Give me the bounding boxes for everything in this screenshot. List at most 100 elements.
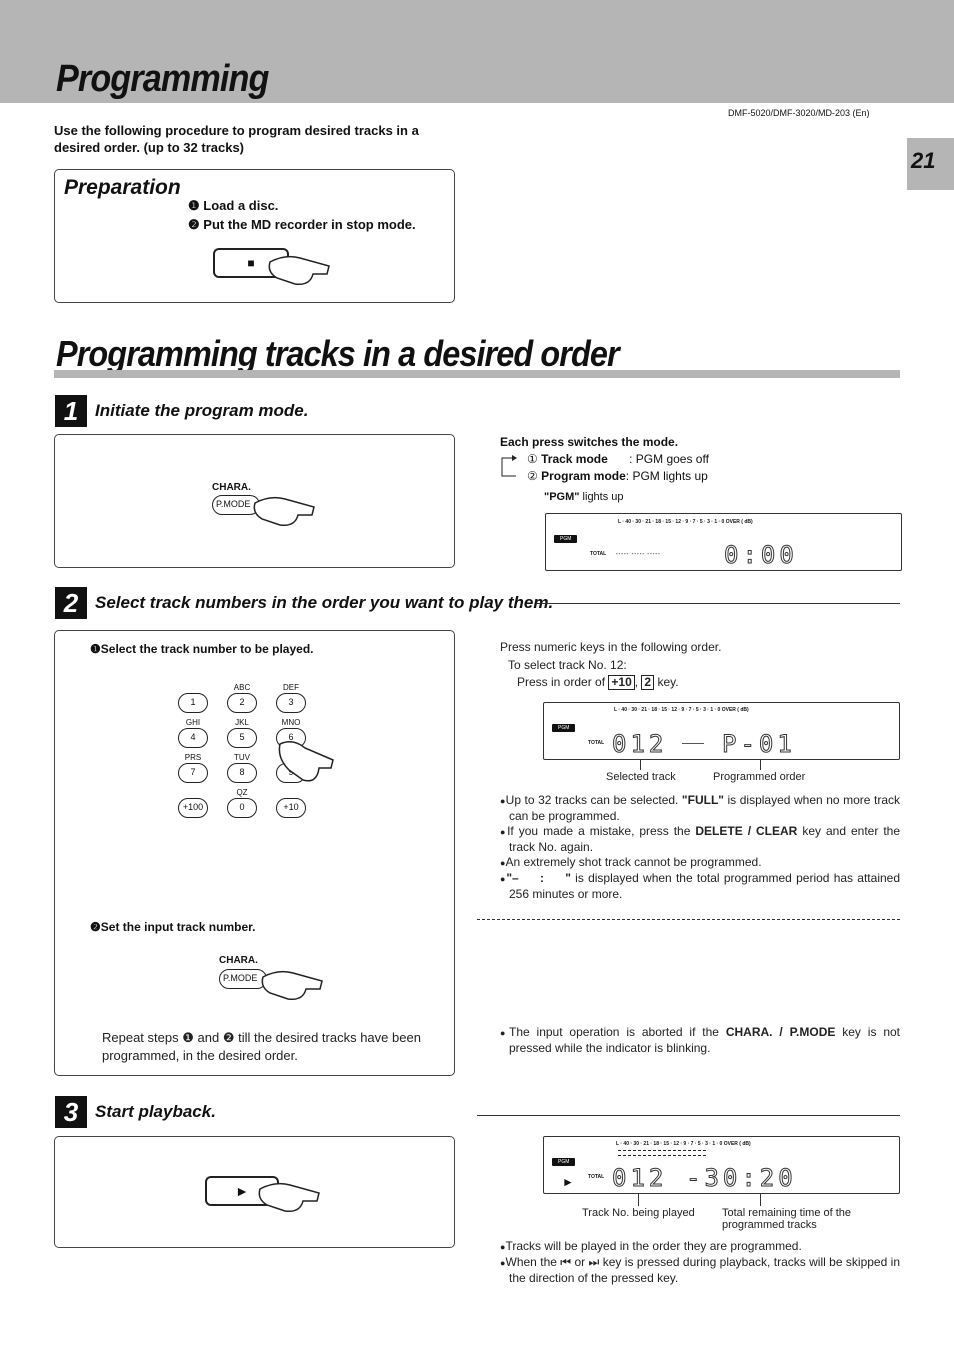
abort-note: The input operation is aborted if the CH…: [500, 1025, 900, 1056]
numeric-key[interactable]: 1: [178, 693, 208, 713]
note-bold: CHARA. / P.MODE: [725, 1025, 836, 1039]
note: An extremely shot track cannot be progra…: [500, 855, 900, 871]
page-title: Programming: [56, 58, 269, 100]
substep-text: Select the track number to be played.: [100, 642, 314, 656]
step2-notes: Up to 32 tracks can be selected. "FULL" …: [500, 793, 900, 902]
pgm-note-bold: "PGM": [544, 491, 580, 503]
model-number: DMF-5020/DMF-3020/MD-203 (En): [728, 108, 870, 118]
pgm-indicator: PGM: [552, 1158, 576, 1166]
note-bold: DELETE / CLEAR: [695, 824, 798, 838]
step-2-box: ❶Select the track number to be played. 1…: [54, 630, 455, 1076]
repeat-and: and: [197, 1030, 220, 1045]
instr-3: Press in order of +10, 2 key.: [517, 675, 679, 690]
prep-step-1: ❶ Load a disc.: [188, 198, 279, 213]
mode-num: ②: [527, 469, 538, 483]
order-readout: P-01: [722, 730, 796, 759]
time-readout: 0:00: [724, 541, 798, 570]
level-meter: L · 40 · 30 · 21 · 18 · 15 · 12 · 9 · 7 …: [614, 707, 749, 713]
preparation-box: Preparation ❶ Load a disc. ❷ Put the MD …: [54, 169, 455, 303]
mode-name: Track mode: [541, 452, 608, 466]
mode-name: Program mode: [541, 469, 626, 483]
note-pre: An extremely shot track cannot be progra…: [505, 855, 762, 869]
instr-4: key.: [657, 675, 679, 689]
page-number: 21: [907, 138, 954, 190]
callout-line: [638, 1194, 639, 1206]
hand-icon: [258, 1182, 320, 1213]
callout-line: [640, 760, 641, 770]
section-title: Programming tracks in a desired order: [56, 333, 620, 374]
note: Tracks will be played in the order they …: [500, 1239, 900, 1255]
note-bold: "– : ": [506, 871, 571, 885]
substep-2: ❷Set the input track number.: [90, 920, 256, 934]
key-label: CHARA.: [219, 955, 258, 966]
pgm-indicator: PGM: [554, 535, 578, 543]
step-2-title: Select track numbers in the order you wa…: [95, 593, 554, 612]
pgm-note: "PGM" lights up: [544, 491, 624, 503]
note: The input operation is aborted if the CH…: [500, 1025, 900, 1056]
numeric-key[interactable]: +10: [276, 798, 306, 818]
dashed-divider: [477, 919, 900, 920]
step-1-box: CHARA. P.MODE: [54, 434, 455, 568]
level-bar-l: [618, 1150, 706, 1151]
display-step2: L · 40 · 30 · 21 · 18 · 15 · 12 · 9 · 7 …: [543, 702, 900, 760]
pgm-indicator: PGM: [552, 724, 576, 732]
step-3-box: ►: [54, 1136, 455, 1248]
mode-2: ② Program mode: PGM lights up: [527, 469, 708, 484]
key-plus10: +10: [608, 675, 635, 690]
callout-line: [760, 760, 761, 770]
note: Up to 32 tracks can be selected. "FULL" …: [500, 793, 900, 824]
caption-programmed-order: Programmed order: [713, 771, 806, 783]
key-letters: MNO: [281, 718, 301, 727]
numeric-key[interactable]: 5: [227, 728, 257, 748]
numeric-key[interactable]: 0: [227, 798, 257, 818]
step-3-title: Start playback.: [95, 1102, 216, 1121]
numeric-key[interactable]: 2: [227, 693, 257, 713]
divider: [537, 603, 900, 604]
blink-line: [682, 743, 704, 744]
hand-icon: [278, 741, 334, 782]
step-1-badge: 1: [55, 395, 87, 427]
total-label: TOTAL: [590, 551, 607, 557]
mode-1: ① Track mode: PGM goes off: [527, 452, 709, 467]
numeric-key[interactable]: +100: [178, 798, 208, 818]
preparation-title: Preparation: [64, 176, 181, 199]
numeric-key[interactable]: 3: [276, 693, 306, 713]
pgm-note-text: lights up: [579, 491, 624, 503]
numeric-key[interactable]: 7: [178, 763, 208, 783]
play-icon: ►: [235, 1183, 249, 1199]
key-2: 2: [641, 675, 655, 690]
hand-icon: [261, 970, 323, 1001]
caption-selected-track: Selected track: [606, 771, 676, 783]
note-pre: Up to 32 tracks can be selected.: [505, 793, 682, 807]
numeric-key[interactable]: 8: [227, 763, 257, 783]
step-3-badge: 3: [55, 1096, 87, 1128]
stop-icon: ■: [247, 256, 255, 270]
instr-2: To select track No. 12:: [508, 657, 627, 672]
key-letters: TUV: [234, 753, 250, 762]
note-pre: The input operation is aborted if the: [508, 1025, 726, 1039]
instr-3-text: Press in order of: [517, 675, 606, 689]
step-1-title: Initiate the program mode.: [95, 401, 309, 420]
key-letters: ABC: [233, 683, 251, 692]
caption-remaining-time: Total remaining time of the programmed t…: [722, 1207, 852, 1231]
display-step1: L · 40 · 30 · 21 · 18 · 15 · 12 · 9 · 7 …: [545, 513, 902, 571]
level-meter: L · 40 · 30 · 21 · 18 · 15 · 12 · 9 · 7 …: [616, 1141, 751, 1147]
note: If you made a mistake, press the DELETE …: [500, 824, 900, 855]
numeric-key[interactable]: 4: [178, 728, 208, 748]
hand-icon: [268, 255, 330, 286]
step3-notes: Tracks will be played in the order they …: [500, 1239, 900, 1286]
note-bold: "FULL": [681, 793, 724, 807]
time-readout: -30:20: [686, 1164, 797, 1193]
key-letters: DEF: [283, 683, 299, 692]
display-step3: L · 40 · 30 · 21 · 18 · 15 · 12 · 9 · 7 …: [543, 1136, 900, 1194]
substep-text: Set the input track number.: [100, 920, 256, 934]
note-pre: If you made a mistake, press the: [507, 824, 696, 838]
instructions: Press numeric keys in the following orde…: [500, 639, 721, 692]
mode-desc: : PGM goes off: [629, 452, 709, 466]
substep-1: ❶Select the track number to be played.: [90, 642, 314, 656]
divider: [477, 1115, 900, 1116]
note: When the ⏮ or ⏭ key is pressed during pl…: [500, 1255, 901, 1286]
section-rule: [54, 370, 900, 378]
instr-1: Press numeric keys in the following orde…: [500, 640, 722, 654]
dash-segments: ----- ----- -----: [616, 551, 661, 557]
